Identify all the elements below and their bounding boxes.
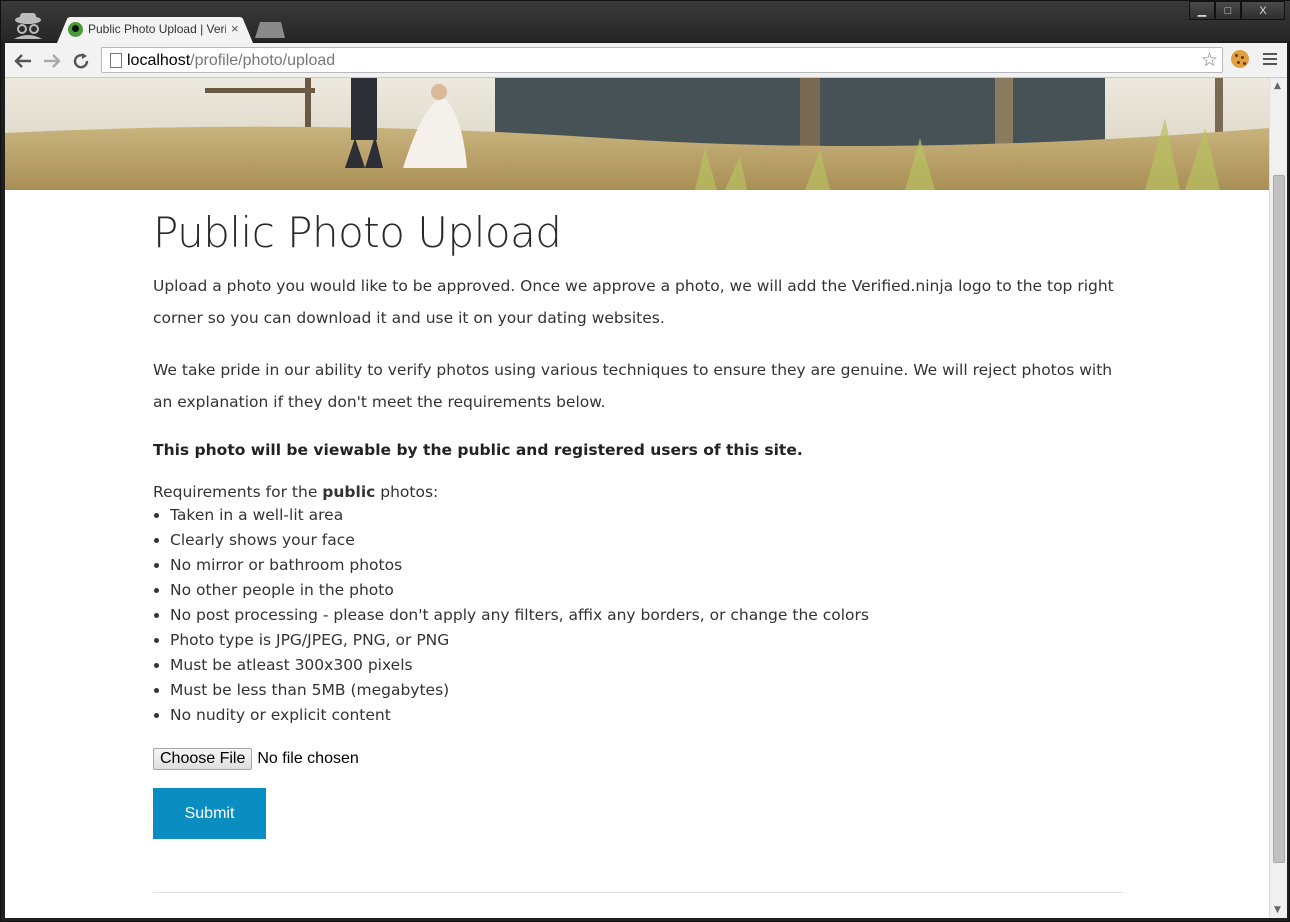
title-bar: Public Photo Upload | Veri × ▁ □ X xyxy=(1,1,1290,43)
maximize-button[interactable]: □ xyxy=(1215,1,1241,20)
reload-button[interactable] xyxy=(69,49,93,73)
list-item: Clearly shows your face xyxy=(170,528,1133,553)
scroll-thumb[interactable] xyxy=(1273,175,1285,863)
page-title: Public Photo Upload xyxy=(153,208,562,257)
list-item: No mirror or bathroom photos xyxy=(170,553,1133,578)
file-status-text: No file chosen xyxy=(257,750,359,768)
submit-button[interactable]: Submit xyxy=(153,788,266,840)
back-button[interactable] xyxy=(11,49,35,73)
intro-paragraph: Upload a photo you would like to be appr… xyxy=(153,277,1114,328)
back-arrow-icon xyxy=(14,54,31,68)
url-path: /profile/photo/upload xyxy=(190,52,336,69)
list-item: No nudity or explicit content xyxy=(170,703,1133,728)
list-item: No post processing - please don't apply … xyxy=(170,603,1133,628)
header-banner-image xyxy=(5,78,1269,190)
site-favicon-icon xyxy=(68,22,83,37)
minimize-button[interactable]: ▁ xyxy=(1189,1,1215,20)
list-item: Must be atleast 300x300 pixels xyxy=(170,653,1133,678)
tab-close-icon[interactable]: × xyxy=(231,21,239,36)
page-icon xyxy=(110,53,122,68)
bookmark-star-icon[interactable]: ☆ xyxy=(1201,49,1218,71)
reload-icon xyxy=(73,53,89,69)
verification-paragraph: We take pride in our ability to verify p… xyxy=(153,361,1113,412)
new-tab-button[interactable] xyxy=(255,22,285,38)
address-bar[interactable]: localhost/profile/photo/upload ☆ xyxy=(101,47,1223,73)
tab-title: Public Photo Upload | Veri xyxy=(88,22,226,36)
incognito-icon xyxy=(14,13,42,39)
page-viewport: Public Photo Upload Upload a photo you w… xyxy=(5,78,1269,918)
close-window-button[interactable]: X xyxy=(1241,1,1285,20)
requirements-prefix: Requirements for the xyxy=(153,483,323,502)
list-item: No other people in the photo xyxy=(170,578,1133,603)
browser-menu-icon[interactable] xyxy=(1263,53,1277,67)
scroll-down-arrow-icon[interactable]: ▼ xyxy=(1274,905,1281,915)
url-host: localhost xyxy=(127,52,191,69)
scroll-up-arrow-icon[interactable]: ▲ xyxy=(1274,81,1281,91)
url-text: localhost/profile/photo/upload xyxy=(127,52,335,70)
visibility-notice: This photo will be viewable by the publi… xyxy=(153,441,803,460)
list-item: Must be less than 5MB (megabytes) xyxy=(170,678,1133,703)
forward-button[interactable] xyxy=(40,49,64,73)
requirements-list: Taken in a well-lit area Clearly shows y… xyxy=(153,503,1133,728)
choose-file-button[interactable]: Choose File xyxy=(153,748,253,771)
requirements-bold: public xyxy=(322,483,376,502)
divider xyxy=(153,892,1123,893)
requirements-intro: Requirements for the public photos: xyxy=(153,481,1133,503)
list-item: Photo type is JPG/JPEG, PNG, or PNG xyxy=(170,628,1133,653)
list-item: Taken in a well-lit area xyxy=(170,503,1133,528)
vertical-scrollbar[interactable]: ▲ ▼ xyxy=(1269,78,1287,918)
main-content: Public Photo Upload Upload a photo you w… xyxy=(153,208,1133,840)
requirements-suffix: photos: xyxy=(375,483,439,502)
window-controls: ▁ □ X xyxy=(1189,1,1285,21)
file-input: Choose File No file chosen xyxy=(153,748,1133,771)
forward-arrow-icon xyxy=(44,54,61,68)
browser-window: Public Photo Upload | Veri × ▁ □ X local… xyxy=(0,0,1290,922)
cookie-extension-icon[interactable] xyxy=(1231,50,1249,68)
browser-toolbar: localhost/profile/photo/upload ☆ xyxy=(5,43,1287,78)
